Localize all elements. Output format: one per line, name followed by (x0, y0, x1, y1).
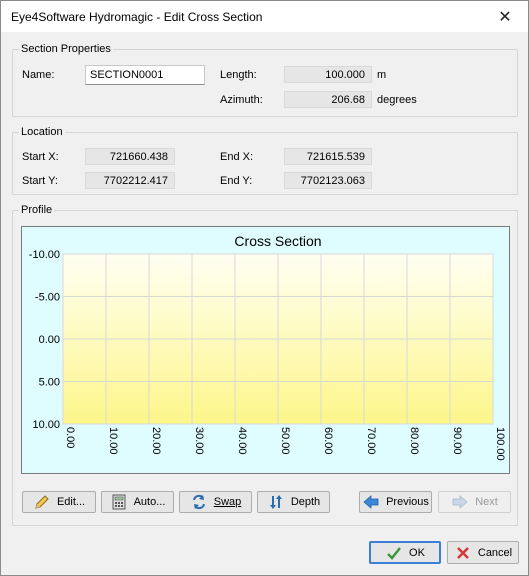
x-tick-label: 20.00 (150, 427, 162, 455)
depth-arrows-icon (267, 494, 285, 510)
length-unit: m (377, 69, 387, 81)
x-tick-label: 10.00 (107, 427, 119, 455)
close-button[interactable]: ✕ (482, 1, 528, 32)
x-tick-label: 100.00 (494, 427, 506, 461)
y-tick-label: -10.00 (29, 249, 60, 261)
x-tick-label: 50.00 (279, 427, 291, 455)
next-button-label: Next (475, 496, 498, 508)
length-value: 100.000 (284, 66, 372, 83)
end-y-label: End Y: (220, 175, 253, 187)
azimuth-value: 206.68 (284, 91, 372, 108)
dialog-window: Eye4Software Hydromagic - Edit Cross Sec… (0, 0, 529, 576)
y-tick-label: -5.00 (35, 292, 60, 304)
location-label: Location (19, 126, 65, 138)
x-axis: 0.00 10.00 20.00 30.00 40.00 50.00 60.00 70.00 8… (64, 427, 506, 461)
name-label: Name: (22, 69, 55, 81)
swap-arrows-icon (190, 494, 208, 510)
end-x-label: End X: (220, 151, 254, 163)
x-tick-label: 80.00 (408, 427, 420, 455)
start-y-value: 7702212.417 (85, 172, 175, 189)
profile-label: Profile (19, 204, 55, 216)
title-bar: Eye4Software Hydromagic - Edit Cross Sec… (1, 1, 528, 32)
window-title: Eye4Software Hydromagic - Edit Cross Sec… (11, 10, 263, 24)
previous-button-label: Previous (386, 496, 429, 508)
close-icon: ✕ (498, 8, 512, 26)
y-tick-label: 5.00 (39, 377, 60, 389)
azimuth-label: Azimuth: (220, 94, 263, 106)
depth-button-label: Depth (290, 496, 321, 508)
end-x-value: 721615.539 (284, 148, 372, 165)
edit-button[interactable]: Edit... (22, 491, 96, 513)
end-y-value: 7702123.063 (284, 172, 372, 189)
auto-button[interactable]: Auto... (101, 491, 174, 513)
x-tick-label: 30.00 (193, 427, 205, 455)
edit-button-label: Edit... (56, 496, 86, 508)
depth-button[interactable]: Depth (257, 491, 330, 513)
section-properties-label: Section Properties (19, 43, 113, 55)
x-tick-label: 0.00 (64, 427, 76, 448)
auto-button-label: Auto... (133, 496, 166, 508)
x-tick-label: 90.00 (451, 427, 463, 455)
arrow-right-icon (451, 494, 469, 510)
start-y-label: Start Y: (22, 175, 58, 187)
previous-button[interactable]: Previous (359, 491, 432, 513)
start-x-value: 721660.438 (85, 148, 175, 165)
length-label: Length: (220, 69, 257, 81)
checkmark-icon (385, 545, 403, 561)
x-tick-label: 70.00 (365, 427, 377, 455)
y-tick-label: 10.00 (32, 419, 60, 431)
chart-title: Cross Section (234, 233, 321, 249)
x-tick-label: 60.00 (322, 427, 334, 455)
red-x-icon (454, 545, 472, 561)
calculator-icon (110, 494, 128, 510)
start-x-label: Start X: (22, 151, 59, 163)
cancel-button[interactable]: Cancel (447, 541, 519, 564)
cross-section-chart: Cross Section -10.00 -5.00 0.00 5.00 10.00 0… (21, 226, 510, 474)
cancel-button-label: Cancel (477, 546, 513, 559)
ok-button-label: OK (409, 546, 425, 559)
arrow-left-icon (362, 494, 380, 510)
name-field[interactable]: SECTION0001 (85, 65, 205, 85)
swap-button-label: Swap (213, 496, 242, 508)
y-axis: -10.00 -5.00 0.00 5.00 10.00 (29, 249, 60, 431)
chart-svg: Cross Section -10.00 -5.00 0.00 5.00 10.00 0… (29, 233, 506, 461)
y-tick-label: 0.00 (39, 334, 60, 346)
next-button[interactable]: Next (438, 491, 511, 513)
pencil-icon (33, 494, 51, 510)
azimuth-unit: degrees (377, 94, 417, 106)
x-tick-label: 40.00 (236, 427, 248, 455)
ok-button[interactable]: OK (369, 541, 441, 564)
swap-button[interactable]: Swap (179, 491, 252, 513)
